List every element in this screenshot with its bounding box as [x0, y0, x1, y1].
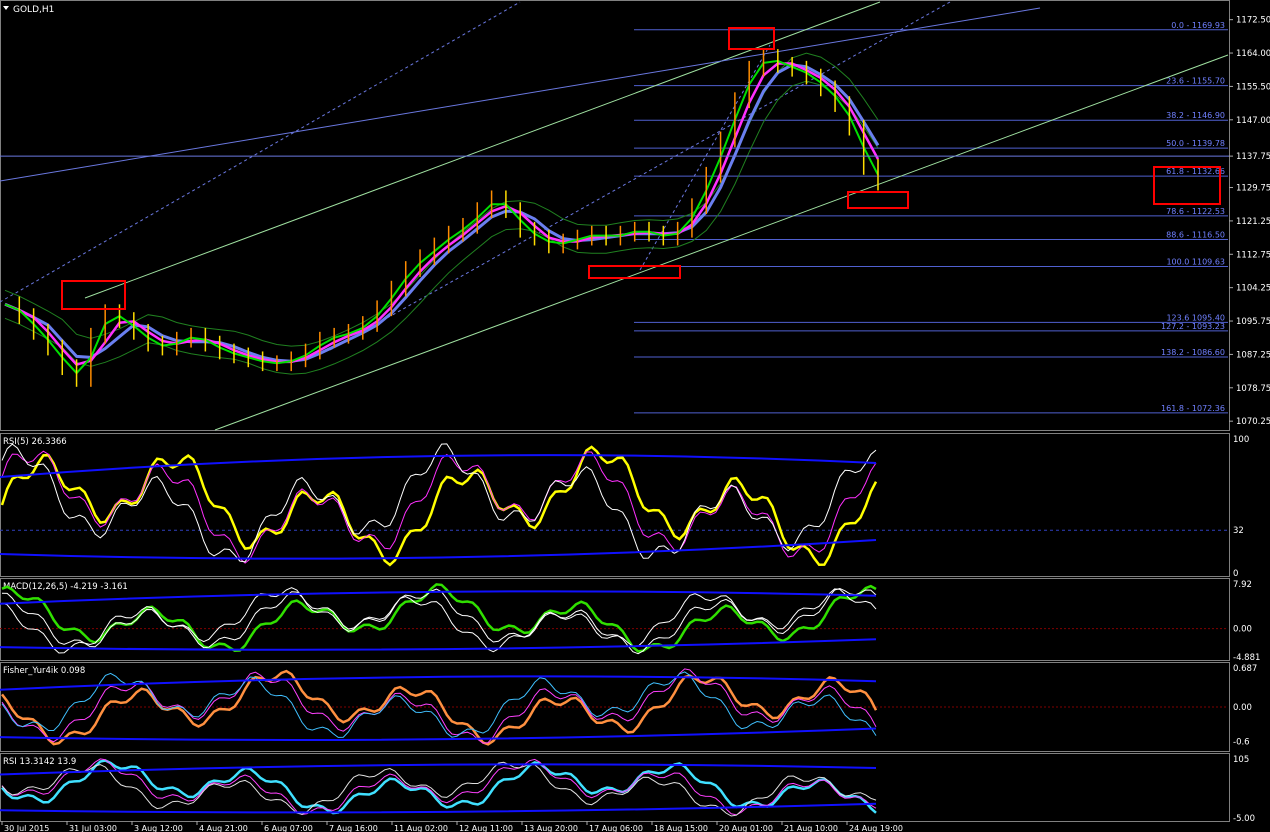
fisher-panel[interactable]: Fisher_Yur4ik 0.098 0.687 0.00 -0.6	[0, 664, 1257, 747]
price-tick-label: 1087.25	[1236, 350, 1270, 360]
time-axis: 30 Jul 2015 31 Jul 03:00 3 Aug 12:00 4 Aug …	[1, 821, 903, 832]
fib-level-label: 88.6 - 1116.50	[1166, 231, 1225, 240]
fib-level-label: 23.6 - 1155.70	[1166, 77, 1225, 86]
time-tick-label: 11 Aug 02:00	[394, 824, 448, 832]
indicator-axis-label: 0.00	[1233, 625, 1252, 635]
fib-anchor-line	[639, 44, 771, 271]
indicator-title: Fisher_Yur4ik 0.098	[3, 666, 85, 676]
time-tick-label: 13 Aug 20:00	[524, 824, 578, 832]
fib-level-label: 100.0 1109.63	[1166, 258, 1225, 267]
fib-level-label: 50.0 - 1139.78	[1166, 139, 1225, 148]
indicator-axis-label: 105	[1233, 755, 1249, 765]
time-tick-label: 18 Aug 15:00	[654, 824, 708, 832]
indicator-axis-label: -0.6	[1233, 737, 1250, 747]
fib-level-label: 61.8 - 1132.66	[1166, 167, 1225, 176]
indicator-axis-label: 0.687	[1233, 664, 1257, 674]
indicator-band-lower	[0, 727, 877, 741]
rsi5-panel[interactable]: RSI(5) 26.3366 100 32 0	[0, 435, 1249, 579]
fibonacci-levels: 0.0 - 1169.93 23.6 - 1155.70 38.2 - 1146.9…	[634, 21, 1228, 414]
time-tick-label: 17 Aug 06:00	[589, 824, 643, 832]
time-tick-label: 21 Aug 10:00	[784, 824, 838, 832]
fib-level-label: 127.2 - 1093.23	[1161, 322, 1225, 331]
time-tick-label: 6 Aug 07:00	[264, 824, 313, 832]
macd-panel[interactable]: MACD(12,26,5) -4.219 -3.161 7.92 0.00 -4.88…	[0, 580, 1260, 663]
price-series	[4, 49, 880, 387]
rsi13-panel[interactable]: RSI 13.3142 13.9 105 -5.00	[0, 755, 1255, 824]
channel-upper-line	[84, 1, 881, 299]
fib-level-label: 78.6 - 1122.53	[1166, 207, 1225, 216]
highlight-box	[588, 265, 681, 279]
indicator-axis-label: -4.881	[1233, 653, 1260, 663]
time-tick-label: 7 Aug 16:00	[329, 824, 378, 832]
price-panel[interactable]: GOLD,H1 0.0 - 1169.93 23.6 - 1155.70 38.2 …	[0, 1, 1270, 431]
time-tick-label: 31 Jul 03:00	[69, 824, 117, 832]
indicator-axis-label: 100	[1233, 435, 1249, 445]
fib-level-label: 0.0 - 1169.93	[1171, 21, 1225, 30]
price-tick-label: 1164.00	[1236, 49, 1270, 59]
time-tick-label: 30 Jul 2015	[4, 824, 49, 832]
chart-window: GOLD,H1 0.0 - 1169.93 23.6 - 1155.70 38.2 …	[0, 0, 1270, 832]
indicator-axis-label: 7.92	[1233, 580, 1252, 590]
price-tick-label: 1104.25	[1236, 284, 1270, 294]
highlight-box	[728, 27, 775, 50]
indicator-title: RSI 13.3142 13.9	[3, 757, 76, 767]
fib-level-label: 138.2 - 1086.60	[1161, 348, 1225, 357]
price-tick-label: 1137.75	[1236, 152, 1270, 162]
indicator-band-lower	[0, 638, 877, 651]
channel-lower-line	[214, 54, 1229, 431]
price-tick-label: 1155.50	[1236, 82, 1270, 92]
price-tick-label: 1112.75	[1236, 250, 1270, 260]
fib-level-label: 161.8 - 1072.36	[1161, 404, 1225, 413]
indicator-title: MACD(12,26,5) -4.219 -3.161	[3, 582, 128, 592]
time-tick-label: 24 Aug 19:00	[849, 824, 903, 832]
price-axis: 1172.50 1164.00 1155.50 1147.00 1137.75 1129.…	[0, 16, 1270, 427]
symbol-menu-icon[interactable]	[3, 6, 9, 10]
indicator-axis-label: 0	[1233, 569, 1238, 579]
indicator-series-line	[1, 759, 877, 815]
indicator-band-upper	[0, 590, 877, 605]
panel-frames	[0, 0, 1230, 822]
indicator-band-lower	[0, 539, 877, 560]
envelope-upper	[4, 52, 879, 347]
symbol-title: GOLD,H1	[13, 5, 54, 15]
price-tick-label: 1070.25	[1236, 417, 1270, 427]
time-tick-label: 20 Aug 01:00	[719, 824, 773, 832]
ma-mid-line	[4, 62, 880, 367]
price-tick-label: 1095.75	[1236, 317, 1270, 327]
indicator-title: RSI(5) 26.3366	[3, 437, 67, 447]
time-tick-label: 3 Aug 12:00	[134, 824, 183, 832]
price-tick-label: 1172.50	[1236, 16, 1270, 26]
price-tick-label: 1121.25	[1236, 217, 1270, 227]
indicator-axis-label: 0.00	[1233, 703, 1252, 713]
time-tick-label: 12 Aug 11:00	[459, 824, 513, 832]
fib-level-label: 38.2 - 1146.90	[1166, 111, 1225, 120]
highlight-box	[847, 191, 909, 209]
indicator-axis-label: 32	[1233, 526, 1244, 536]
time-tick-label: 4 Aug 21:00	[199, 824, 248, 832]
indicator-axis-label: -5.00	[1233, 814, 1255, 824]
price-tick-label: 1078.75	[1236, 384, 1270, 394]
price-tick-label: 1129.75	[1236, 184, 1270, 194]
price-tick-label: 1147.00	[1236, 116, 1270, 126]
trend-line	[0, 7, 1041, 182]
